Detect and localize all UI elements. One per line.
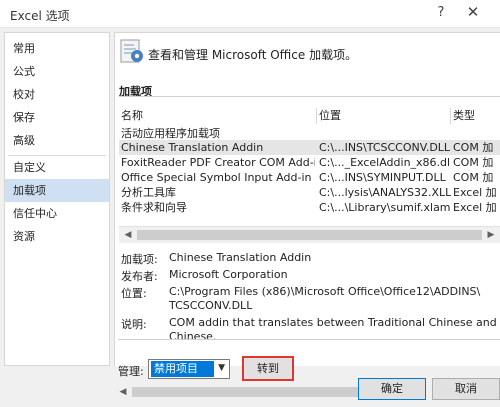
ok-button[interactable]: 确定 — [358, 378, 426, 400]
detail-addin-value: Chinese Translation Addin — [169, 251, 312, 264]
detail-description-value: COM addin that translates between Tradit… — [169, 316, 500, 329]
cancel-button[interactable]: 取消 — [432, 378, 500, 400]
close-icon[interactable]: ✕ — [462, 3, 484, 21]
sidebar-item-general[interactable]: 常用 — [5, 37, 109, 60]
cell-name: Office Special Symbol Input Add-in — [121, 171, 312, 184]
sidebar-item-customize[interactable]: 自定义 — [5, 156, 109, 179]
column-header-name[interactable]: 名称 — [119, 108, 317, 124]
addin-details: 加载项: Chinese Translation Addin 发布者: Micr… — [119, 251, 500, 351]
table-row[interactable]: Chinese Translation Addin C:\...INS\TCSC… — [119, 140, 500, 155]
sidebar-item-trust-center[interactable]: 信任中心 — [5, 202, 109, 225]
cell-location: C:\...lysis\ANALYS32.XLL — [319, 186, 451, 199]
table-row[interactable]: 条件求和向导 C:\...\Library\sumif.xlam Excel 加 — [119, 200, 500, 215]
list-horizontal-scrollbar[interactable]: ◀ ▶ — [119, 226, 500, 243]
manage-selected-value: 禁用项目 — [151, 361, 214, 377]
help-icon[interactable]: ? — [433, 5, 449, 20]
sidebar-item-proofing[interactable]: 校对 — [5, 83, 109, 106]
cell-name: 分析工具库 — [121, 186, 176, 199]
sidebar-item-save[interactable]: 保存 — [5, 106, 109, 129]
detail-addin-label: 加载项: — [121, 253, 158, 266]
chevron-down-icon: ▼ — [218, 363, 225, 373]
cell-type: COM 加 — [453, 156, 494, 169]
cell-type: Excel 加 — [453, 201, 497, 214]
column-header-location[interactable]: 位置 — [317, 108, 451, 124]
detail-location-value: C:\Program Files (x86)\Microsoft Office\… — [169, 285, 481, 298]
scroll-left-icon[interactable]: ◀ — [120, 228, 136, 243]
panel-header: 查看和管理 Microsoft Office 加载项。 — [115, 33, 500, 71]
table-row[interactable]: FoxitReader PDF Creator COM Add-in C:\..… — [119, 155, 500, 170]
column-header-type[interactable]: 类型 — [451, 108, 500, 124]
cell-name: Chinese Translation Addin — [121, 141, 264, 154]
detail-publisher-value: Microsoft Corporation — [169, 268, 288, 281]
manage-label: 管理: — [118, 365, 144, 378]
manage-select[interactable]: 禁用项目 ▼ — [148, 359, 230, 379]
detail-description-value-cont: Chinese. — [169, 330, 217, 343]
cell-name: 条件求和向导 — [121, 201, 187, 214]
manage-divider — [118, 339, 500, 340]
dialog-body: 常用 公式 校对 保存 高级 自定义 加载项 信任中心 资源 查看和管理 Mic… — [0, 28, 500, 407]
cell-type: COM 加 — [453, 171, 494, 184]
scrollbar-thumb[interactable] — [132, 387, 382, 397]
addins-list[interactable]: 名称 位置 类型 活动应用程序加载项 Chinese Translation A… — [119, 108, 500, 216]
cell-location: C:\...INS\TCSCCONV.DLL — [319, 141, 451, 154]
panel-header-text: 查看和管理 Microsoft Office 加载项。 — [148, 48, 358, 62]
table-row[interactable]: 分析工具库 C:\...lysis\ANALYS32.XLL Excel 加 — [119, 185, 500, 200]
cell-type: COM 加 — [453, 141, 494, 154]
scroll-left-icon[interactable]: ◀ — [115, 385, 131, 400]
detail-location-value-cont: TCSCCONV.DLL — [169, 299, 253, 312]
cell-location: C:\..._ExcelAddin_x86.dll — [319, 156, 451, 169]
detail-location-label: 位置: — [121, 287, 147, 300]
sidebar-item-advanced[interactable]: 高级 — [5, 129, 109, 152]
scroll-right-icon[interactable]: ▶ — [483, 228, 499, 243]
cell-name: FoxitReader PDF Creator COM Add-in — [121, 156, 315, 169]
sidebar-item-resources[interactable]: 资源 — [5, 225, 109, 248]
addins-panel: 查看和管理 Microsoft Office 加载项。 加载项 名称 位置 类型… — [114, 32, 500, 366]
detail-description-label: 说明: — [121, 318, 147, 331]
cell-location: C:\...INS\SYMINPUT.DLL — [319, 171, 446, 184]
sidebar-item-formulas[interactable]: 公式 — [5, 60, 109, 83]
goto-button[interactable]: 转到(G)... — [242, 356, 294, 396]
detail-publisher-label: 发布者: — [121, 270, 158, 283]
list-group-label: 活动应用程序加载项 — [121, 127, 220, 140]
table-row[interactable]: Office Special Symbol Input Add-in C:\..… — [119, 170, 500, 185]
addin-gear-icon — [120, 39, 143, 63]
sidebar: 常用 公式 校对 保存 高级 自定义 加载项 信任中心 资源 — [4, 32, 110, 366]
cell-location: C:\...\Library\sumif.xlam — [319, 201, 451, 214]
sidebar-item-addins[interactable]: 加载项 — [5, 179, 109, 202]
scrollbar-thumb[interactable] — [137, 230, 482, 240]
section-divider — [119, 96, 500, 97]
cell-type: Excel 加 — [453, 186, 497, 199]
window-title: Excel 选项 — [10, 9, 70, 23]
title-bar: Excel 选项 ? ✕ — [0, 0, 500, 28]
